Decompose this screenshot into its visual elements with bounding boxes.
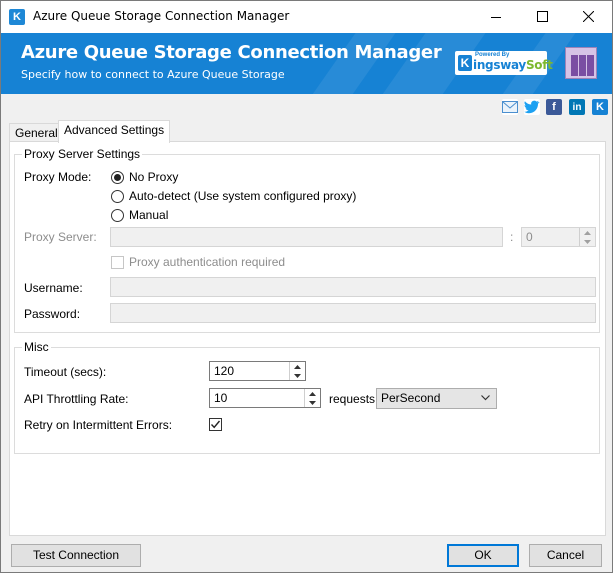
requests-label: requests — [329, 392, 376, 406]
proxy-port-stepper[interactable]: 0 — [521, 227, 596, 247]
timeout-spin-buttons[interactable] — [289, 362, 305, 380]
queue-storage-product-icon — [565, 47, 597, 79]
misc-group-title: Misc — [22, 340, 51, 354]
logo-k-icon: K — [458, 55, 472, 71]
kingswaysoft-app-icon: K — [9, 9, 25, 25]
password-label: Password: — [24, 307, 81, 321]
throttling-rate-value: 10 — [214, 391, 228, 405]
spin-down-icon[interactable] — [289, 371, 305, 380]
maximize-button[interactable] — [519, 1, 565, 32]
cancel-button[interactable]: Cancel — [529, 544, 602, 567]
spin-up-icon[interactable] — [304, 389, 320, 398]
retry-label: Retry on Intermittent Errors: — [24, 418, 173, 432]
port-separator: : — [510, 230, 514, 244]
proxy-server-settings-group: Proxy Server Settings Proxy Mode: No Pro… — [14, 147, 600, 333]
rate-unit-select[interactable]: PerSecond — [376, 388, 497, 409]
window-title: Azure Queue Storage Connection Manager — [33, 9, 290, 23]
spin-down-icon[interactable] — [579, 237, 595, 246]
close-button[interactable] — [565, 1, 611, 32]
spin-up-icon[interactable] — [579, 228, 595, 237]
spin-up-icon[interactable] — [289, 362, 305, 371]
twitter-icon[interactable] — [524, 99, 540, 115]
minimize-icon — [491, 16, 501, 18]
radio-manual-label[interactable]: Manual — [129, 208, 168, 222]
chevron-down-icon — [481, 395, 490, 401]
misc-group: Misc Timeout (secs): 120 API Throttling … — [14, 340, 600, 454]
username-input[interactable] — [110, 277, 596, 297]
banner-subtitle: Specify how to connect to Azure Queue St… — [21, 68, 285, 81]
radio-auto-detect[interactable] — [111, 190, 124, 203]
throttling-rate-label: API Throttling Rate: — [24, 392, 129, 406]
proxy-auth-checkbox[interactable] — [111, 256, 124, 269]
close-icon — [582, 11, 594, 22]
radio-manual[interactable] — [111, 209, 124, 222]
linkedin-icon[interactable]: in — [569, 99, 585, 115]
logo-name: ingswaySoft — [473, 58, 553, 72]
timeout-stepper[interactable]: 120 — [209, 361, 306, 381]
connection-manager-window: K Azure Queue Storage Connection Manager… — [0, 0, 613, 573]
throttling-rate-stepper[interactable]: 10 — [209, 388, 321, 408]
rate-unit-value: PerSecond — [381, 391, 441, 405]
tab-advanced-settings[interactable]: Advanced Settings — [58, 120, 171, 143]
radio-no-proxy[interactable] — [111, 171, 124, 184]
password-input[interactable] — [110, 303, 596, 323]
proxy-auth-label: Proxy authentication required — [129, 255, 286, 269]
spin-down-icon[interactable] — [304, 398, 320, 407]
ok-button[interactable]: OK — [447, 544, 519, 567]
proxy-mode-label: Proxy Mode: — [24, 170, 92, 184]
email-icon[interactable] — [502, 99, 518, 115]
proxy-server-label: Proxy Server: — [24, 230, 97, 244]
radio-auto-detect-label[interactable]: Auto-detect (Use system configured proxy… — [129, 189, 356, 203]
facebook-icon[interactable]: f — [546, 99, 562, 115]
proxy-port-spin-buttons[interactable] — [579, 228, 595, 246]
kingswaysoft-logo: Powered By K ingswaySoft — [455, 51, 553, 75]
title-bar: K Azure Queue Storage Connection Manager — [1, 1, 612, 33]
checkmark-icon — [210, 420, 221, 429]
retry-checkbox[interactable] — [209, 418, 222, 431]
header-banner: Azure Queue Storage Connection Manager S… — [1, 33, 612, 94]
radio-no-proxy-label[interactable]: No Proxy — [129, 170, 178, 184]
banner-title: Azure Queue Storage Connection Manager — [21, 42, 442, 63]
maximize-icon — [536, 11, 548, 22]
test-connection-button[interactable]: Test Connection — [11, 544, 141, 567]
kingswaysoft-link-icon[interactable]: K — [592, 99, 608, 115]
username-label: Username: — [24, 281, 83, 295]
proxy-group-title: Proxy Server Settings — [22, 147, 143, 161]
timeout-value: 120 — [214, 364, 235, 378]
tab-general[interactable]: General — [9, 123, 64, 143]
proxy-server-input[interactable] — [110, 227, 503, 247]
advanced-settings-panel: Proxy Server Settings Proxy Mode: No Pro… — [9, 141, 606, 536]
proxy-port-value: 0 — [526, 230, 533, 244]
throttling-spin-buttons[interactable] — [304, 389, 320, 407]
timeout-label: Timeout (secs): — [24, 365, 107, 379]
minimize-button[interactable] — [473, 1, 519, 32]
